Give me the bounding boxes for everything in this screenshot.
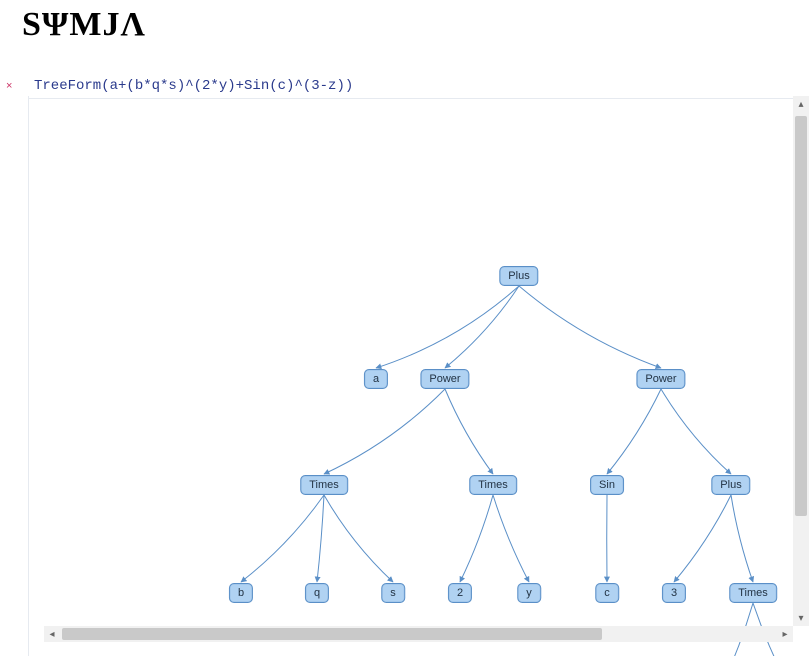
tree-node[interactable]: 2 bbox=[448, 583, 472, 603]
tree-node[interactable]: q bbox=[305, 583, 329, 603]
tree-node[interactable]: Power bbox=[636, 369, 685, 389]
tree-node[interactable]: a bbox=[364, 369, 388, 389]
scroll-up-icon[interactable]: ▴ bbox=[793, 96, 809, 112]
horizontal-scroll-thumb[interactable] bbox=[62, 628, 602, 640]
scroll-left-icon[interactable]: ◂ bbox=[44, 626, 60, 642]
app-logo: SΨMJΛ bbox=[0, 0, 809, 46]
tree-edges bbox=[29, 96, 809, 656]
tree-canvas: Plus a Power Power Times Times Sin Plus b q s 2 y c 3 T… bbox=[29, 96, 809, 656]
scroll-down-icon[interactable]: ▾ bbox=[793, 610, 809, 626]
tree-node[interactable]: Plus bbox=[711, 475, 750, 495]
tree-node[interactable]: Plus bbox=[499, 266, 538, 286]
vertical-scrollbar[interactable]: ▴ ▾ bbox=[793, 96, 809, 626]
tree-node[interactable]: 3 bbox=[662, 583, 686, 603]
scroll-right-icon[interactable]: ▸ bbox=[777, 626, 793, 642]
tree-node[interactable]: b bbox=[229, 583, 253, 603]
tree-node[interactable]: Times bbox=[300, 475, 348, 495]
close-icon[interactable]: × bbox=[6, 81, 12, 92]
tree-node[interactable]: Times bbox=[729, 583, 777, 603]
vertical-scroll-thumb[interactable] bbox=[795, 116, 807, 516]
tree-node[interactable]: s bbox=[381, 583, 405, 603]
horizontal-scrollbar[interactable]: ◂ ▸ bbox=[44, 626, 793, 642]
output-panel[interactable]: Plus a Power Power Times Times Sin Plus b q s 2 y c 3 T… bbox=[28, 96, 809, 656]
tree-node[interactable]: Sin bbox=[590, 475, 624, 495]
tree-node[interactable]: Times bbox=[469, 475, 517, 495]
tree-node[interactable]: Power bbox=[420, 369, 469, 389]
tree-node[interactable]: c bbox=[595, 583, 619, 603]
tree-node[interactable]: y bbox=[517, 583, 541, 603]
